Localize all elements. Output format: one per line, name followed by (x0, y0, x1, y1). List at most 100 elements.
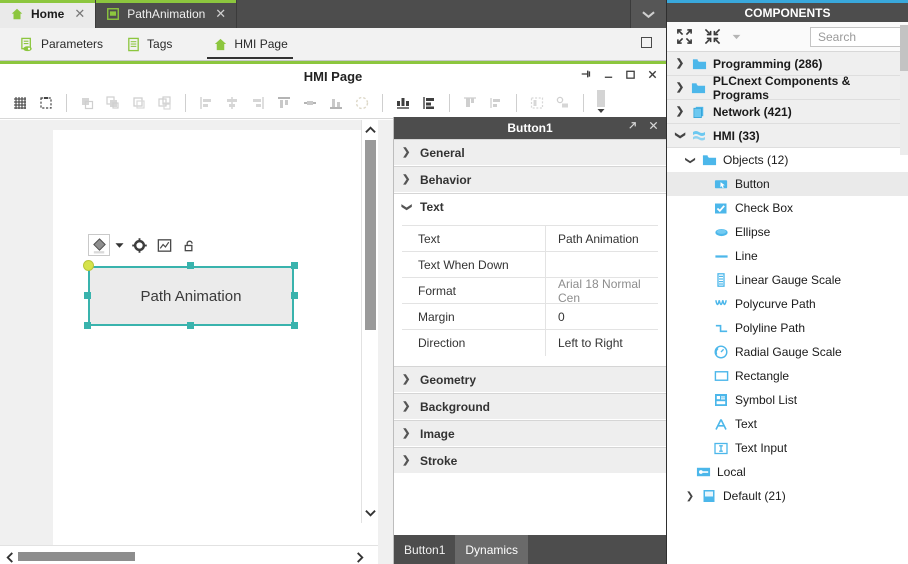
settings-gear-icon[interactable] (128, 234, 150, 256)
resize-handle-middle-left[interactable] (84, 292, 91, 299)
section-text[interactable]: ❯ Text (394, 193, 666, 220)
tree-item-plcnext-components[interactable]: ❯ PLCnext Components & Programs (667, 76, 908, 100)
vertical-scroll-thumb[interactable] (365, 140, 376, 330)
resize-handle-bottom-center[interactable] (187, 322, 194, 329)
section-general[interactable]: ❯ General (394, 139, 666, 166)
subtab-hmi-page[interactable]: HMI Page (203, 29, 296, 60)
rotate-handle[interactable] (83, 260, 94, 271)
element-quick-toolbar (88, 233, 200, 257)
property-row[interactable]: Margin 0 (402, 304, 658, 330)
folder-icon (691, 80, 707, 96)
distribute-horizontal-icon[interactable] (391, 91, 415, 115)
section-geometry[interactable]: ❯ Geometry (394, 366, 666, 393)
maximize-icon[interactable] (625, 69, 636, 82)
section-image[interactable]: ❯ Image (394, 420, 666, 447)
close-icon[interactable]: ✕ (215, 6, 226, 22)
chevron-down-icon[interactable]: ❯ (685, 155, 696, 165)
scroll-left-icon[interactable] (2, 546, 18, 564)
pin-icon[interactable] (580, 68, 592, 82)
components-panel: COMPONENTS Search ❯ Programming (2 (666, 0, 908, 564)
property-row[interactable]: Format Arial 18 Normal Cen (402, 278, 658, 304)
chevron-down-icon[interactable]: ❯ (675, 131, 686, 141)
section-background[interactable]: ❯ Background (394, 393, 666, 420)
tree-item-text-input[interactable]: Text Input (667, 436, 908, 460)
properties-tab-button1[interactable]: Button1 (394, 535, 455, 564)
tree-item-local[interactable]: Local (667, 460, 908, 484)
resize-handle-bottom-right[interactable] (291, 322, 298, 329)
dropdown-icon[interactable] (729, 26, 743, 48)
fill-color-icon[interactable] (88, 234, 110, 256)
property-value[interactable] (546, 252, 658, 277)
close-icon[interactable]: ✕ (74, 6, 85, 22)
chevron-right-icon[interactable]: ❯ (675, 58, 685, 69)
tree-item-hmi[interactable]: ❯ HMI (33) (667, 124, 908, 148)
property-row[interactable]: Text When Down (402, 252, 658, 278)
crop-icon[interactable] (34, 91, 58, 115)
chevron-down-icon (642, 10, 655, 19)
minimize-icon[interactable] (603, 69, 614, 82)
components-scrollbar[interactable] (900, 25, 908, 155)
maximize-icon[interactable] (641, 37, 652, 48)
chevron-right-icon[interactable]: ❯ (685, 491, 695, 502)
property-value[interactable]: Path Animation (546, 226, 658, 251)
dynamics-chart-icon[interactable] (153, 234, 175, 256)
tree-item-polycurve-path[interactable]: Polycurve Path (667, 292, 908, 316)
canvas-vertical-scrollbar[interactable] (361, 120, 378, 523)
tree-item-linear-gauge-scale[interactable]: Linear Gauge Scale (667, 268, 908, 292)
canvas-horizontal-scrollbar[interactable] (0, 545, 378, 564)
components-titlebar: COMPONENTS (667, 0, 908, 22)
hmi-page-surface[interactable] (53, 130, 378, 545)
horizontal-scroll-thumb[interactable] (18, 552, 135, 561)
resize-handle-bottom-left[interactable] (84, 322, 91, 329)
toolbar-separator (66, 94, 67, 112)
scroll-down-icon[interactable] (362, 505, 379, 521)
property-value[interactable]: 0 (546, 304, 658, 329)
tab-home[interactable]: Home ✕ (0, 0, 96, 28)
tree-item-check-box[interactable]: Check Box (667, 196, 908, 220)
subtab-parameters[interactable]: Parameters (10, 29, 112, 60)
components-scroll-thumb[interactable] (900, 25, 908, 71)
resize-handle-top-right[interactable] (291, 262, 298, 269)
properties-tab-dynamics[interactable]: Dynamics (455, 535, 528, 564)
tree-item-network[interactable]: ❯ Network (421) (667, 100, 908, 124)
property-row[interactable]: Direction Left to Right (402, 330, 658, 356)
scroll-up-icon[interactable] (362, 122, 379, 138)
tree-item-button[interactable]: Button (667, 172, 908, 196)
distribute-vertical-icon[interactable] (417, 91, 441, 115)
tree-item-text[interactable]: Text (667, 412, 908, 436)
section-stroke[interactable]: ❯ Stroke (394, 447, 666, 474)
expand-all-icon[interactable] (673, 26, 695, 48)
tree-item-symbol-list[interactable]: Symbol List (667, 388, 908, 412)
section-behavior[interactable]: ❯ Behavior (394, 166, 666, 193)
editor-subtabs: Parameters Tags HMI Page (0, 28, 666, 61)
undock-icon[interactable] (627, 120, 638, 134)
subtab-tags[interactable]: Tags (116, 29, 181, 60)
tree-item-programming[interactable]: ❯ Programming (286) (667, 52, 908, 76)
tab-pathanimation[interactable]: PathAnimation ✕ (96, 0, 237, 28)
tree-item-line[interactable]: Line (667, 244, 908, 268)
property-value[interactable]: Left to Right (546, 330, 658, 356)
tab-overflow-button[interactable] (630, 0, 666, 28)
chevron-right-icon: ❯ (402, 428, 411, 439)
toolbar-overflow-button[interactable] (592, 91, 610, 115)
chevron-right-icon[interactable]: ❯ (675, 82, 685, 93)
tree-item-rectangle[interactable]: Rectangle (667, 364, 908, 388)
chevron-right-icon[interactable]: ❯ (675, 106, 685, 117)
resize-handle-middle-right[interactable] (291, 292, 298, 299)
tree-item-objects[interactable]: ❯ Objects (12) (667, 148, 908, 172)
search-input[interactable]: Search (810, 27, 902, 47)
tree-item-radial-gauge-scale[interactable]: Radial Gauge Scale (667, 340, 908, 364)
unlock-icon[interactable] (178, 234, 200, 256)
tree-item-default[interactable]: ❯ Default (21) (667, 484, 908, 508)
resize-handle-top-center[interactable] (187, 262, 194, 269)
grid-icon[interactable] (8, 91, 32, 115)
fill-dropdown-icon[interactable] (113, 234, 125, 256)
tree-item-ellipse[interactable]: Ellipse (667, 220, 908, 244)
collapse-all-icon[interactable] (701, 26, 723, 48)
property-value[interactable]: Arial 18 Normal Cen (546, 278, 658, 303)
close-icon[interactable] (648, 120, 659, 134)
scroll-right-icon[interactable] (352, 546, 368, 564)
property-row[interactable]: Text Path Animation (402, 226, 658, 252)
close-icon[interactable] (647, 69, 658, 82)
tree-item-polyline-path[interactable]: Polyline Path (667, 316, 908, 340)
